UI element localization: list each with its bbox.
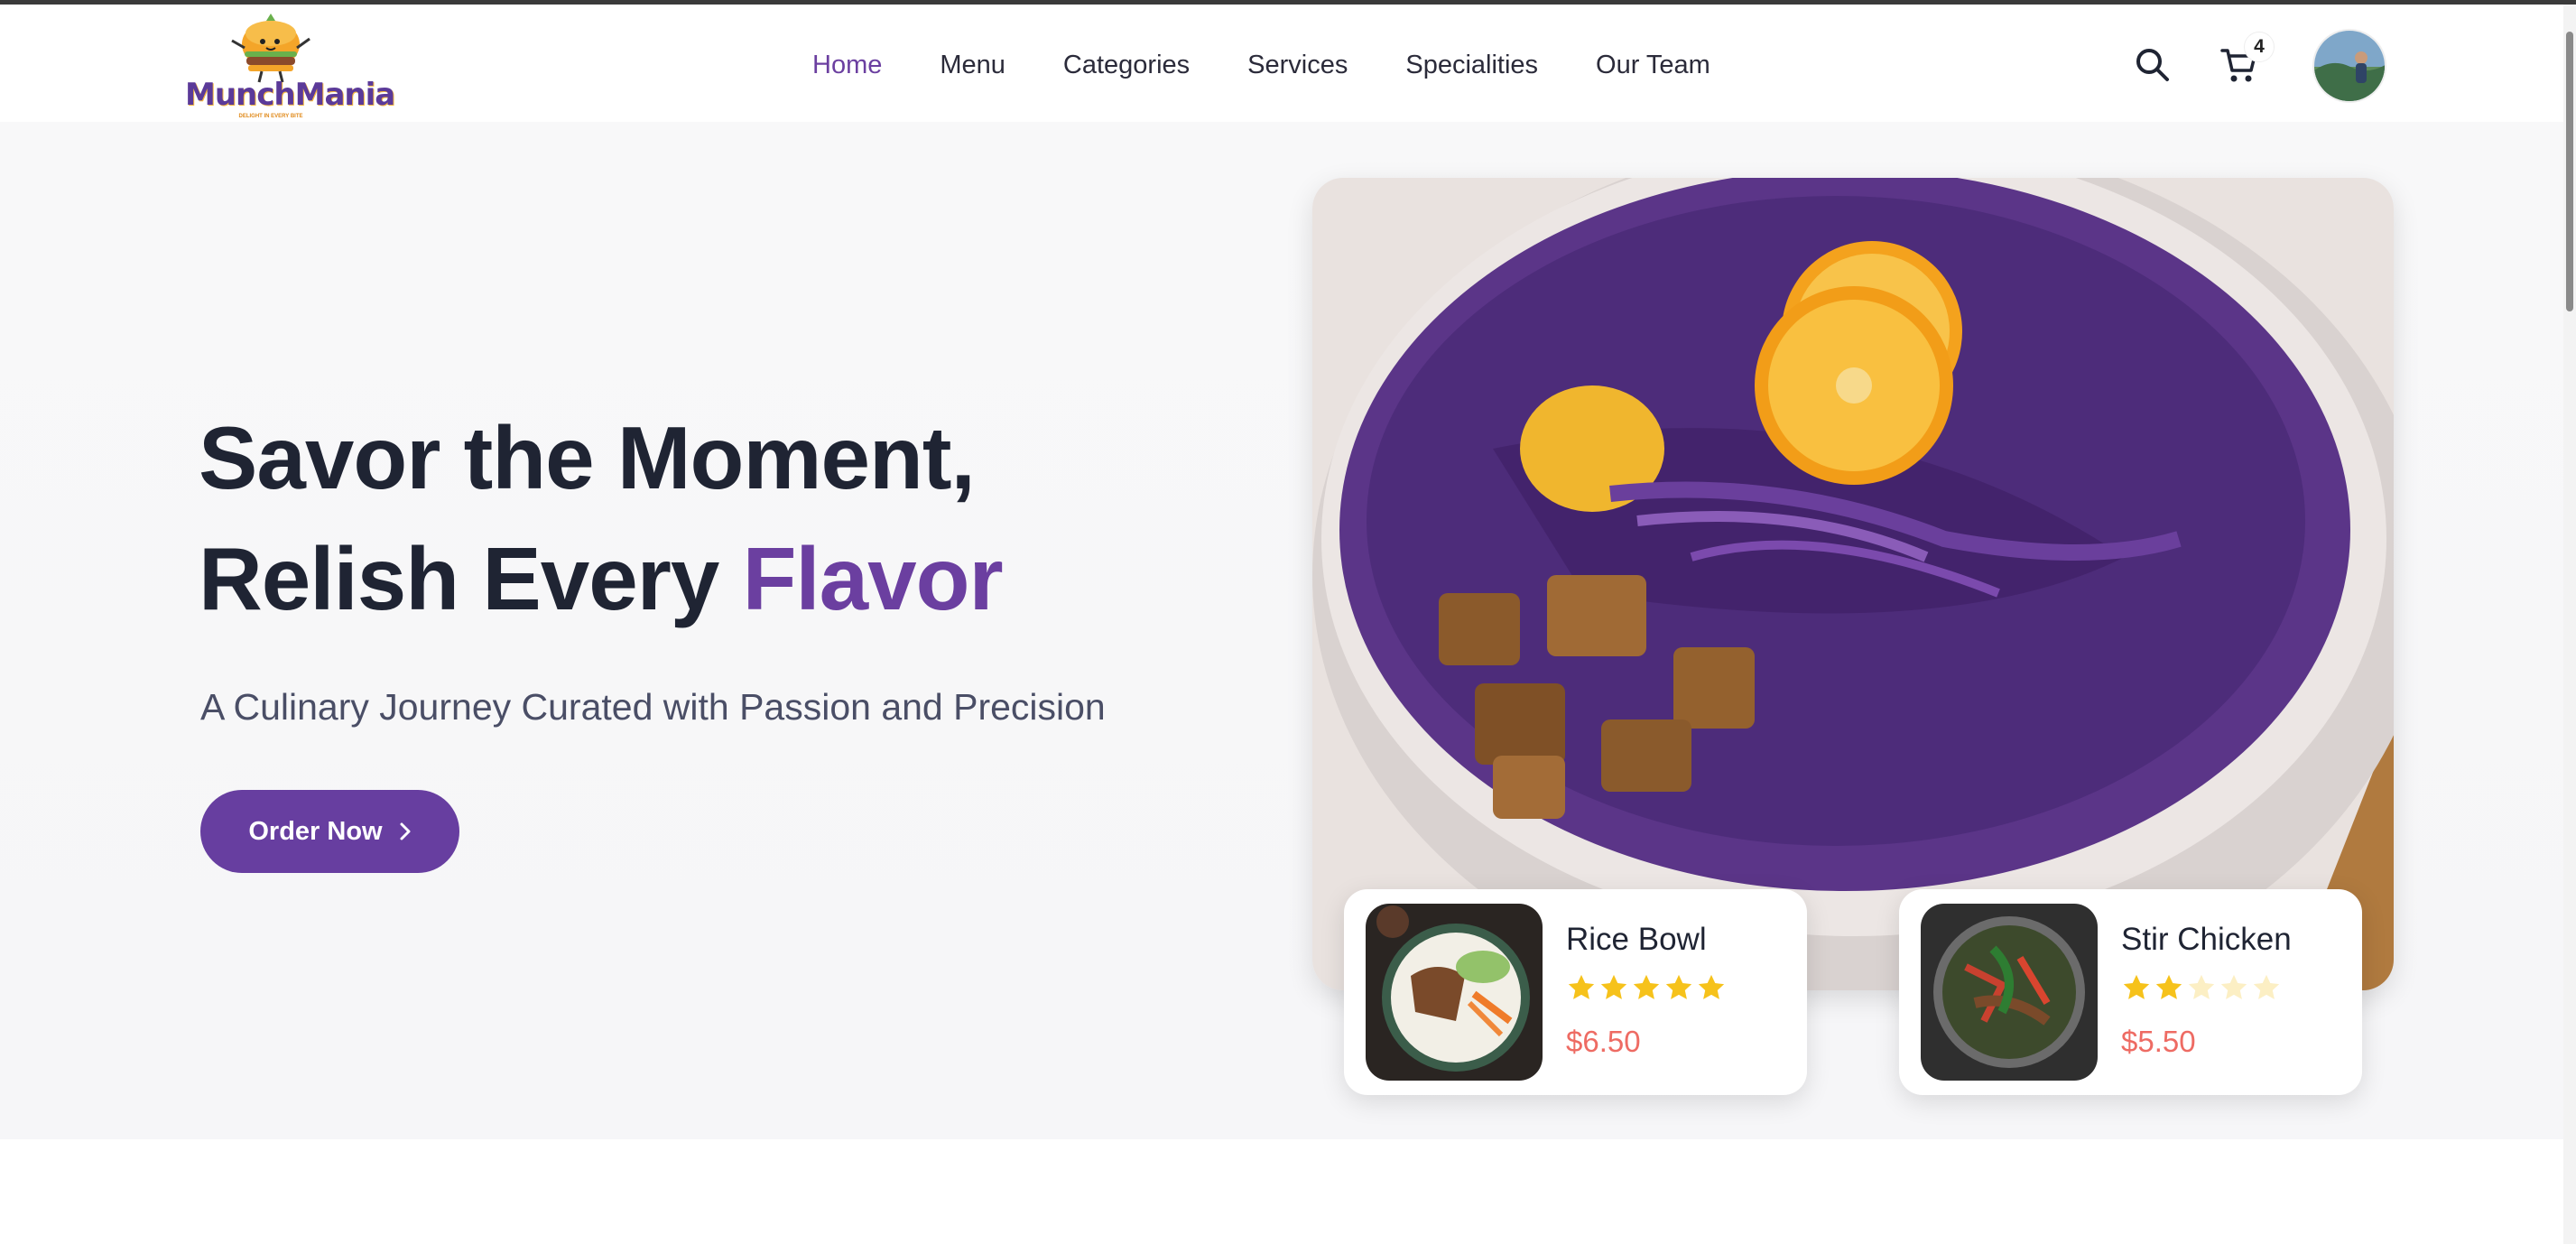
star-icon-filled [2123,974,2150,999]
star-rating [2121,972,2282,1003]
nav-item-services[interactable]: Services [1247,42,1348,88]
page-scrollbar[interactable] [2563,5,2576,1244]
star-icon-empty [2253,974,2280,999]
brand-name: MunchMania [185,77,395,113]
star-icon-filled [1665,974,1692,999]
order-now-label: Order Now [248,816,383,846]
user-avatar[interactable] [2312,29,2386,103]
hero-title-accent: Flavor [742,529,1004,628]
dish-price: $5.50 [2121,1025,2196,1058]
dish-name: Stir Chicken [2121,922,2292,957]
star-icon-filled [2155,974,2182,999]
star-icon-filled [1633,974,1660,999]
hero-title-line1: Savor the Moment, [199,408,976,507]
scrollbar-thumb[interactable] [2566,32,2573,311]
star-icon-filled [1600,974,1627,999]
cart-count-badge: 4 [2244,32,2275,62]
nav-item-our-team[interactable]: Our Team [1596,42,1710,88]
chevron-right-icon [400,822,411,840]
stir-chicken-photo [1921,904,2098,1081]
featured-card-stir-chicken[interactable]: Stir Chicken $5.50 [1899,889,2362,1095]
dish-name: Rice Bowl [1566,922,1707,957]
nav-item-specialities[interactable]: Specialities [1405,42,1538,88]
search-icon[interactable] [2133,45,2173,85]
dish-price: $6.50 [1566,1025,1641,1058]
hero-dish-image [1312,178,2394,990]
star-icon-empty [2220,974,2247,999]
nav-item-home[interactable]: Home [812,42,882,88]
hero-subtitle: A Culinary Journey Curated with Passion … [200,686,1106,728]
star-rating [1566,972,1727,1003]
star-icon-filled [1698,974,1725,999]
nav-item-menu[interactable]: Menu [940,42,1005,88]
order-now-button[interactable]: Order Now [200,790,459,873]
star-icon-empty [2188,974,2215,999]
hero-title-line2: Relish Every [199,529,743,628]
site-header: MunchMania DELIGHT IN EVERY BITE Home Me… [0,5,2563,122]
brand-logo[interactable]: MunchMania DELIGHT IN EVERY BITE [185,12,395,119]
hero-title: Savor the Moment, Relish Every Flavor [199,397,1282,639]
featured-card-rice-bowl[interactable]: Rice Bowl $6.50 [1344,889,1807,1095]
main-nav: Home Menu Categories Services Specialiti… [812,42,1768,88]
nav-item-categories[interactable]: Categories [1063,42,1190,88]
brand-tagline: DELIGHT IN EVERY BITE [238,114,303,119]
star-icon-filled [1568,974,1595,999]
rice-bowl-photo [1366,904,1543,1081]
burger-mascot-icon [231,14,310,83]
